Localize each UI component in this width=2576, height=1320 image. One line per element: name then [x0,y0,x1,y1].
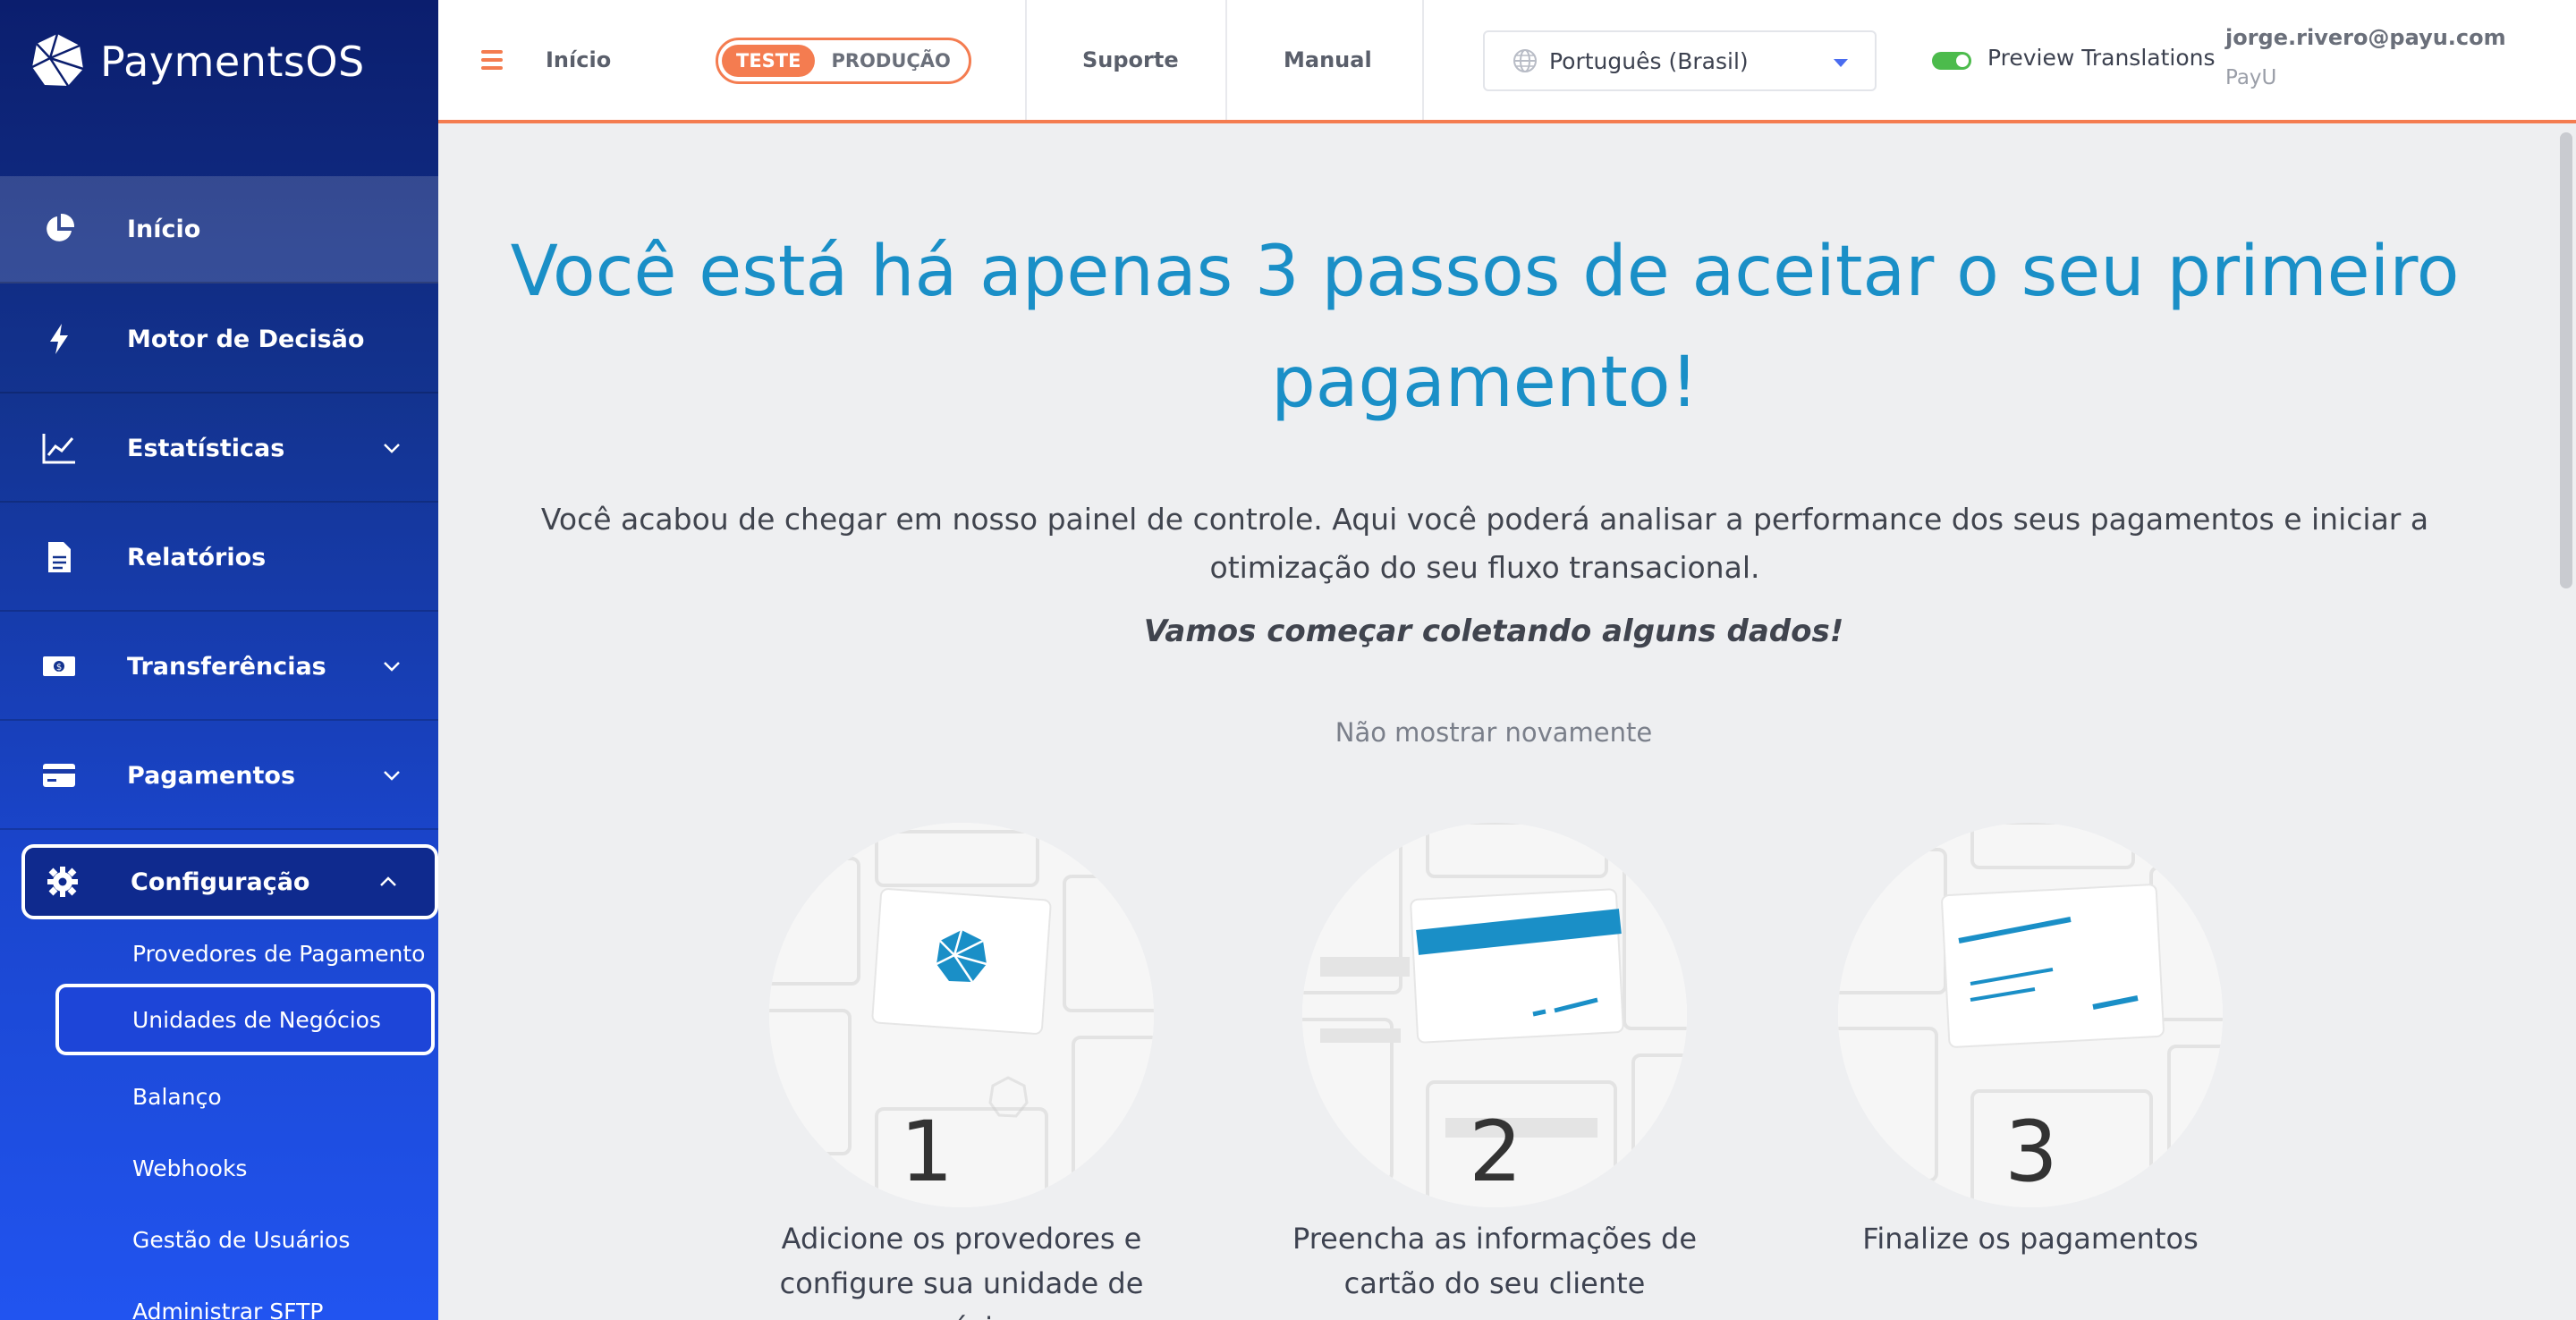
chevron-down-icon[interactable] [381,765,402,786]
chevron-up-icon[interactable] [377,871,399,893]
sidebar-item-inicio[interactable]: Início [0,176,438,283]
document-icon [39,537,79,577]
sidebar-subitem-gestao-usuarios[interactable]: Gestão de Usuários [132,1204,350,1275]
sidebar-subitem-administrar-sftp[interactable]: Administrar SFTP [132,1275,323,1320]
step-number: 1 [900,1104,953,1201]
header-divider [1422,0,1424,120]
sidebar-item-label: Início [127,215,201,243]
onboarding-step-1: 1 Adicione os provedores e configure sua… [769,823,1154,1320]
language-value: Português (Brasil) [1549,47,1749,74]
brand-logo[interactable]: PaymentsOS [29,32,365,91]
env-test-option[interactable]: TESTE [722,45,816,77]
bolt-icon [39,319,79,359]
sidebar-item-relatorios[interactable]: Relatórios [0,504,438,612]
sidebar-item-pagamentos[interactable]: Pagamentos [0,723,438,830]
toggle-knob [1956,55,1969,67]
chevron-down-icon[interactable] [381,437,402,459]
call-to-action-text: Vamos começar coletando alguns dados! [1143,613,1844,649]
step-caption: Preencha as informações de cartão do seu… [1292,1222,1698,1300]
sidebar-subitem-unidades-negocios[interactable]: Unidades de Negócios [55,984,435,1055]
money-icon: $ [39,647,79,686]
manual-link[interactable]: Manual [1284,0,1372,120]
support-link[interactable]: Suporte [1082,0,1179,120]
credit-card-icon [39,756,79,795]
dont-show-again-link[interactable]: Não mostrar novamente [438,717,2549,748]
globe-icon [1512,47,1538,74]
header-divider [1225,0,1227,120]
step-number: 2 [1469,1104,1522,1201]
main-content: Você está há apenas 3 passos de aceitar … [438,123,2576,1320]
preview-translations-toggle[interactable] [1932,52,1971,70]
sidebar-item-estatisticas[interactable]: Estatísticas [0,395,438,503]
language-select[interactable]: Português (Brasil) [1483,30,1877,91]
user-organization: PayU [2225,66,2277,89]
step-number: 3 [2004,1104,2058,1201]
sidebar-item-label: Relatórios [127,543,267,571]
sidebar-item-label: Transferências [127,652,326,681]
header-divider [1025,0,1027,120]
paymentsos-logo-icon [29,31,86,92]
step-caption: Adicione os provedores e configure sua u… [779,1222,1144,1320]
environment-toggle[interactable]: TESTE PRODUÇÃO [716,38,971,84]
sidebar-subitem-balanco[interactable]: Balanço [132,1061,222,1132]
sidebar-item-motor-decisao[interactable]: Motor de Decisão [0,286,438,393]
onboarding-step-3: 3 Finalize os pagamentos [1838,823,2223,1320]
sidebar-item-configuracao[interactable]: Configuração [21,844,438,919]
sidebar-subitem-webhooks[interactable]: Webhooks [132,1132,247,1204]
top-header: Início TESTE PRODUÇÃO Suporte Manual Por… [438,0,2576,123]
step-caption: Finalize os pagamentos [1862,1222,2199,1256]
chevron-down-icon[interactable] [381,656,402,677]
brand-name: PaymentsOS [100,38,365,86]
vertical-scrollbar[interactable] [2560,132,2572,588]
sidebar-item-label: Estatísticas [127,434,285,462]
env-production-option[interactable]: PRODUÇÃO [831,50,950,72]
intro-text: Você acabou de chegar em nosso painel de… [540,502,2429,585]
onboarding-step-2: 2 Preencha as informações de cartão do s… [1292,823,1697,1320]
header-home-link[interactable]: Início [546,0,611,120]
sidebar-item-label: Pagamentos [127,761,296,790]
preview-translations-label: Preview Translations [1987,45,2216,71]
caret-down-icon [1834,59,1848,67]
pie-chart-icon [39,209,79,249]
hamburger-menu-icon[interactable] [481,50,503,70]
page-headline: Você está há apenas 3 passos de aceitar … [510,232,2460,423]
sidebar-item-label: Configuração [131,867,310,896]
sidebar-item-label: Motor de Decisão [127,325,365,353]
svg-text:$: $ [56,663,62,673]
sidebar-subitem-provedores[interactable]: Provedores de Pagamento [132,918,425,989]
line-chart-icon [39,428,79,468]
gear-icon [43,862,82,901]
sidebar: PaymentsOS Início Motor de Decisão Estat… [0,0,438,1320]
sidebar-item-transferencias[interactable]: $ Transferências [0,613,438,721]
user-email[interactable]: jorge.rivero@payu.com [2225,25,2506,50]
